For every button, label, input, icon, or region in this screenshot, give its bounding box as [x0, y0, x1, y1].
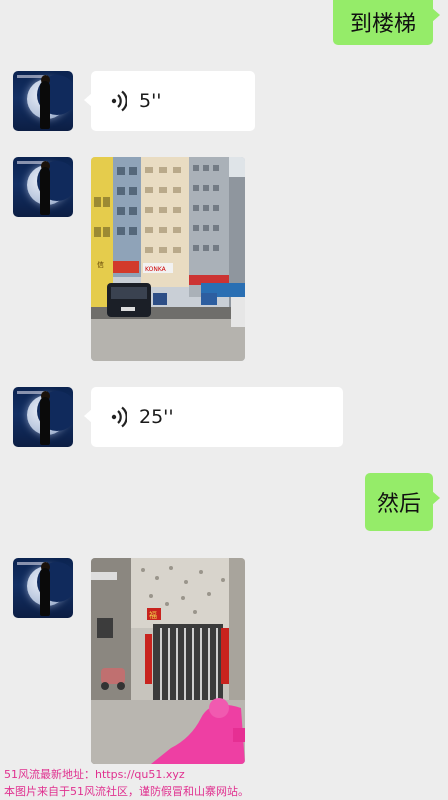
- street-photo-image: 信 KONKA: [91, 157, 245, 361]
- watermark-line-1: 51风流最新地址：https://qu51.xyz: [4, 768, 185, 781]
- voice-message-bubble[interactable]: 25'': [84, 387, 343, 447]
- sent-message-text: 然后: [376, 492, 421, 517]
- fu-sign: 福: [149, 611, 157, 620]
- voice-wave-icon: [111, 406, 127, 428]
- contact-avatar[interactable]: [13, 157, 73, 217]
- sent-message-text: 到楼梯: [349, 11, 416, 37]
- contact-avatar[interactable]: [13, 71, 73, 131]
- contact-avatar[interactable]: [13, 558, 73, 618]
- shop-sign-konka: KONKA: [145, 266, 167, 273]
- watermark-line-2: 本图片来自于51风流社区，谨防假冒和山寨网站。: [4, 785, 249, 798]
- sent-message-bubble[interactable]: 到楼梯: [333, 0, 440, 45]
- sent-message-bubble[interactable]: 然后: [365, 473, 440, 531]
- shop-sign-left: 信: [97, 260, 104, 269]
- entrance-photo-message[interactable]: 福: [91, 558, 245, 764]
- voice-duration: 25'': [139, 406, 174, 428]
- voice-duration: 5'': [139, 90, 162, 112]
- voice-message-bubble[interactable]: 5'': [84, 71, 255, 131]
- street-photo-message[interactable]: 信 KONKA: [91, 157, 245, 361]
- voice-wave-icon: [111, 90, 127, 112]
- contact-avatar[interactable]: [13, 387, 73, 447]
- entrance-photo-image: 福: [91, 558, 245, 764]
